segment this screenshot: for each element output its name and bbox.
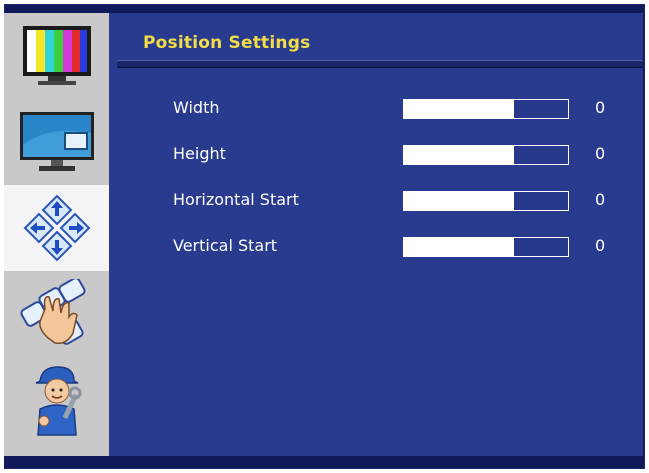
color-bars-icon — [22, 25, 92, 87]
setting-row-height[interactable]: Height 0 — [109, 139, 643, 169]
vertical-start-slider[interactable] — [403, 237, 569, 257]
technician-icon — [24, 363, 90, 437]
position-arrows-icon — [23, 194, 91, 262]
status-strip — [4, 456, 643, 468]
page-title: Position Settings — [143, 33, 311, 53]
slider-fill — [404, 192, 514, 210]
settings-panel: Position Settings Width 0 Height 0 Horiz… — [109, 13, 643, 456]
menu-item-keypad[interactable] — [4, 271, 109, 357]
menu-item-picture[interactable] — [4, 13, 109, 99]
setting-label: Width — [173, 98, 220, 117]
setting-label: Horizontal Start — [173, 190, 299, 209]
width-slider[interactable] — [403, 99, 569, 119]
menu-item-position[interactable] — [4, 185, 109, 271]
menu-item-display[interactable] — [4, 99, 109, 185]
title-divider — [117, 60, 643, 68]
setting-row-horizontal-start[interactable]: Horizontal Start 0 — [109, 185, 643, 215]
slider-fill — [404, 100, 514, 118]
keypad-hand-icon — [19, 279, 95, 349]
height-slider[interactable] — [403, 145, 569, 165]
setting-row-width[interactable]: Width 0 — [109, 93, 643, 123]
setting-value: 0 — [595, 236, 606, 255]
menu-sidebar — [4, 13, 109, 456]
setting-value: 0 — [595, 144, 606, 163]
menu-item-service[interactable] — [4, 357, 109, 443]
setting-label: Height — [173, 144, 226, 163]
slider-fill — [404, 146, 514, 164]
monitor-icon — [19, 111, 95, 173]
horizontal-start-slider[interactable] — [403, 191, 569, 211]
setting-label: Vertical Start — [173, 236, 278, 255]
setting-row-vertical-start[interactable]: Vertical Start 0 — [109, 231, 643, 261]
slider-fill — [404, 238, 514, 256]
setting-value: 0 — [595, 98, 606, 117]
setting-value: 0 — [595, 190, 606, 209]
